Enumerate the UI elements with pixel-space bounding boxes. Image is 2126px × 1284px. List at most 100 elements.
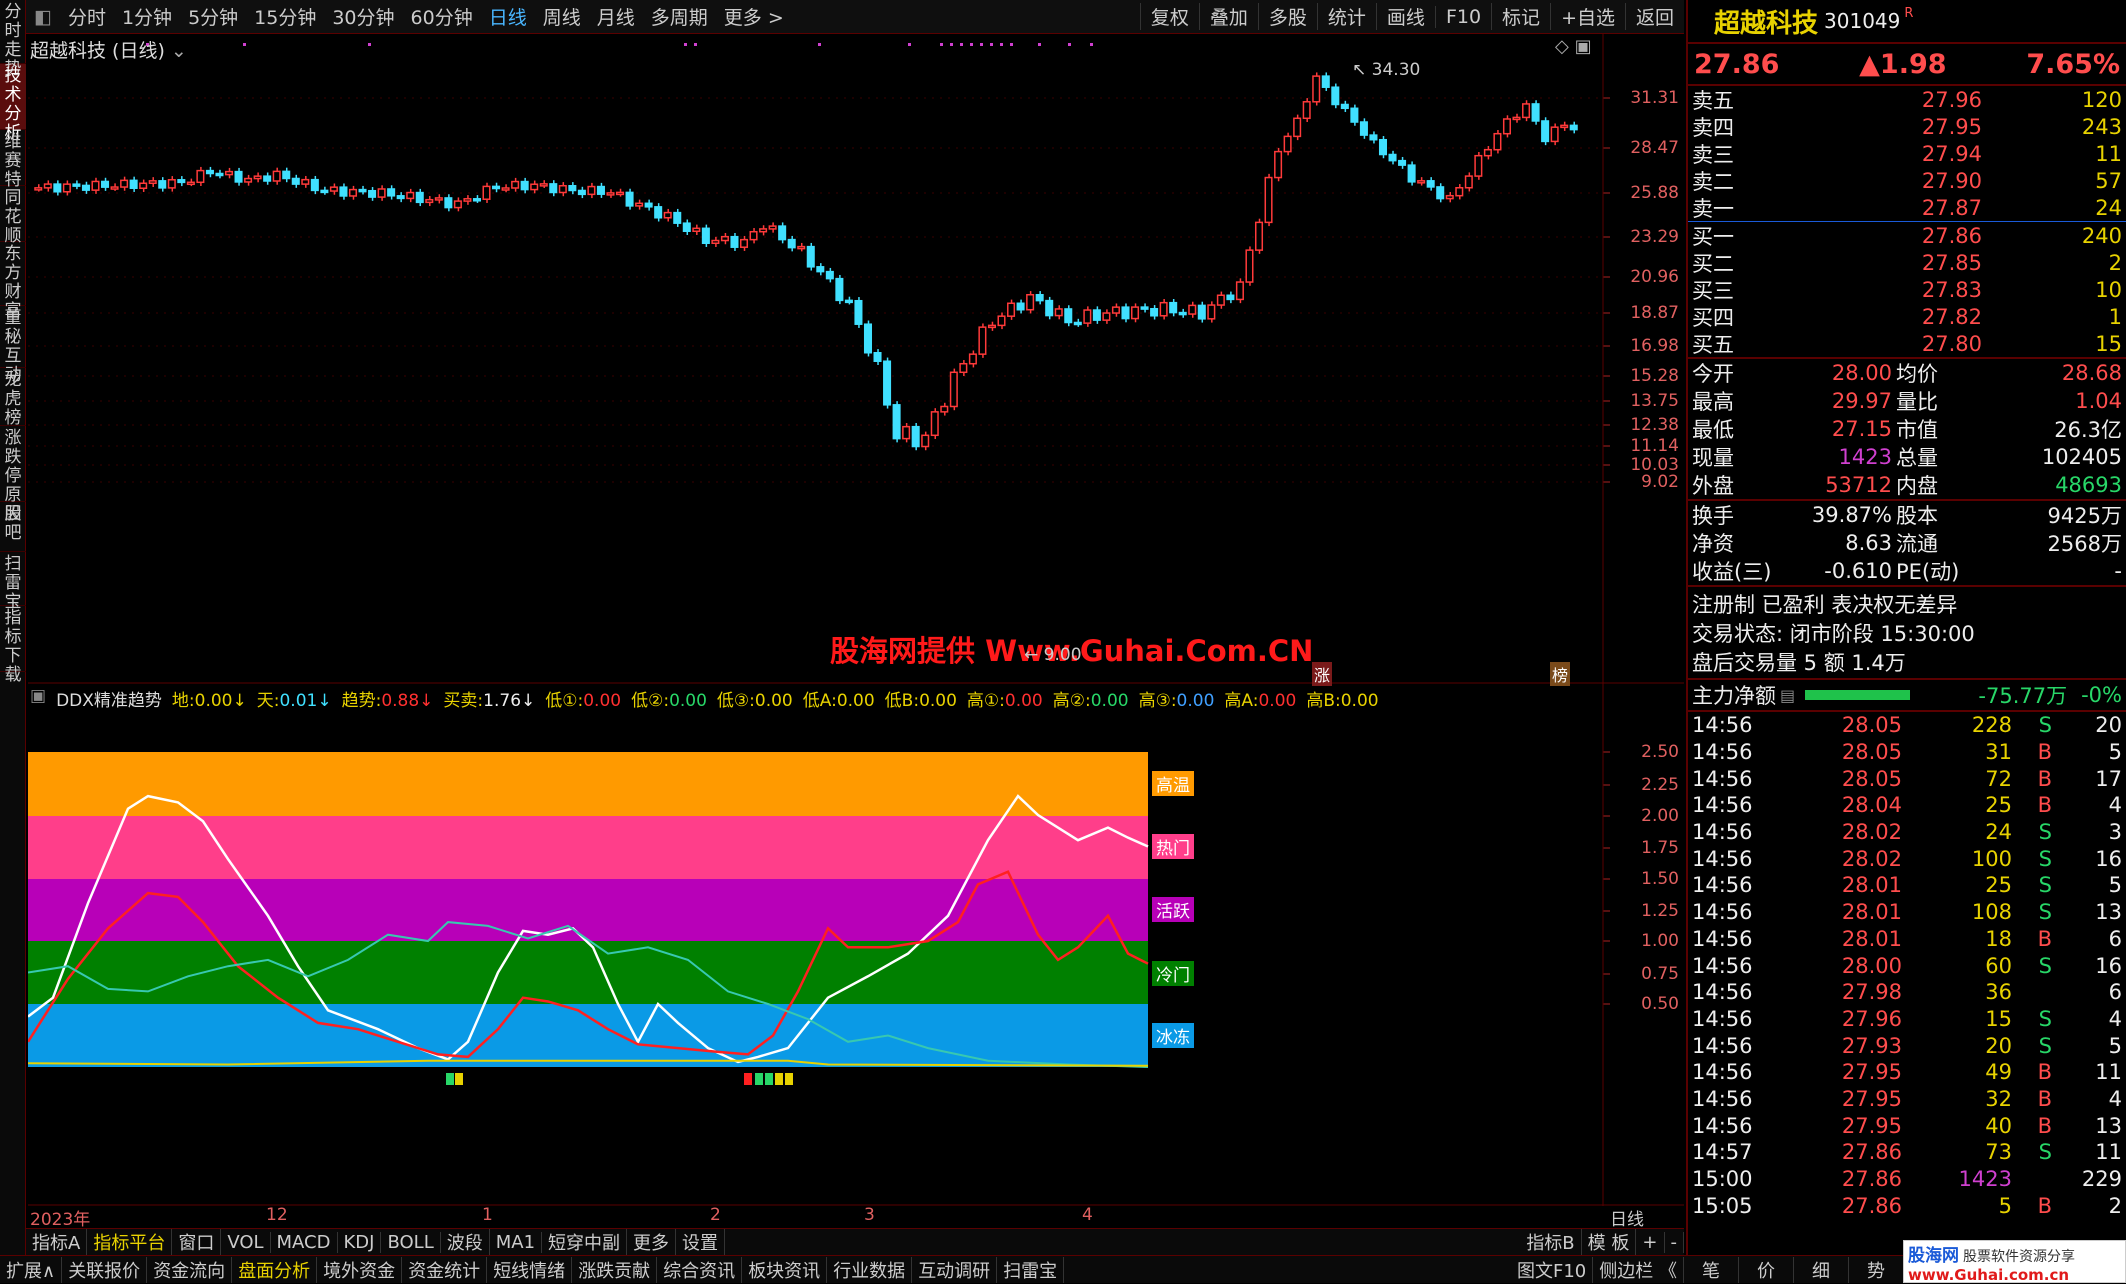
candle-body[interactable]: [616, 191, 625, 196]
left-tab-10[interactable]: 指标下载: [0, 606, 26, 685]
candle-body[interactable]: [1188, 304, 1197, 315]
candle-body[interactable]: [1264, 176, 1273, 224]
candle-body[interactable]: [883, 360, 892, 406]
candle-body[interactable]: [1560, 124, 1569, 129]
candle-body[interactable]: [387, 188, 396, 197]
extension-right-button-2[interactable]: 笔: [1684, 1256, 1739, 1283]
candle-body[interactable]: [854, 299, 863, 325]
candle-body[interactable]: [1321, 75, 1330, 88]
period-label[interactable]: 日线: [1610, 1205, 1644, 1230]
candle-body[interactable]: [120, 179, 129, 188]
candle-body[interactable]: [1121, 306, 1130, 320]
period-tab-5[interactable]: 60分钟: [403, 3, 481, 30]
candle-body[interactable]: [1216, 294, 1225, 306]
extension-tab-6[interactable]: 短线情绪: [487, 1256, 573, 1283]
indicator-tab-1[interactable]: 指标平台: [87, 1229, 173, 1255]
candle-body[interactable]: [549, 183, 558, 194]
candle-body[interactable]: [301, 178, 310, 185]
candle-body[interactable]: [205, 169, 214, 175]
left-tab-7[interactable]: 涨跌停原因: [0, 426, 26, 524]
candle-body[interactable]: [1512, 116, 1521, 121]
candle-body[interactable]: [1235, 281, 1244, 301]
candle-body[interactable]: [1111, 306, 1120, 314]
candle-body[interactable]: [558, 185, 567, 194]
candle-body[interactable]: [215, 172, 224, 177]
candle-body[interactable]: [940, 405, 949, 413]
candle-body[interactable]: [987, 324, 996, 329]
chevron-down-icon[interactable]: ⌄: [171, 40, 187, 62]
candle-body[interactable]: [844, 299, 853, 304]
candle-body[interactable]: [1331, 86, 1340, 106]
candle-body[interactable]: [396, 195, 405, 200]
candle-body[interactable]: [997, 315, 1006, 327]
indicator-tab-3[interactable]: VOL: [221, 1231, 271, 1253]
candle-body[interactable]: [1140, 306, 1149, 310]
candlestick-chart[interactable]: [28, 34, 1684, 684]
candle-body[interactable]: [1054, 308, 1063, 317]
indicator-tab-9[interactable]: 短穿中副: [542, 1229, 628, 1255]
extension-right-button-1[interactable]: 侧边栏 《: [1593, 1256, 1684, 1283]
indicator-tab-0[interactable]: 指标A: [26, 1229, 88, 1255]
candle-body[interactable]: [596, 185, 605, 195]
candle-body[interactable]: [1436, 186, 1445, 200]
candle-body[interactable]: [196, 169, 205, 184]
candle-body[interactable]: [1569, 124, 1578, 131]
candle-body[interactable]: [167, 179, 176, 189]
candle-body[interactable]: [673, 211, 682, 224]
extension-tab-2[interactable]: 资金流向: [147, 1256, 233, 1283]
candle-body[interactable]: [1245, 249, 1254, 283]
candle-body[interactable]: [329, 186, 338, 192]
candle-body[interactable]: [358, 188, 367, 193]
candle-body[interactable]: [406, 191, 415, 200]
bids-row[interactable]: 买一 27.86 240: [1688, 222, 2126, 249]
candle-body[interactable]: [921, 434, 930, 448]
period-tab-4[interactable]: 30分钟: [324, 3, 402, 30]
ddx-indicator-chart[interactable]: [28, 684, 1684, 1206]
extension-tab-4[interactable]: 境外资金: [317, 1256, 403, 1283]
candle-body[interactable]: [377, 188, 386, 198]
candle-body[interactable]: [1378, 138, 1388, 156]
candle-body[interactable]: [778, 225, 787, 241]
candle-body[interactable]: [1178, 311, 1187, 316]
extension-tab-7[interactable]: 涨跌贡献: [572, 1256, 658, 1283]
bids-row[interactable]: 买四 27.82 1: [1688, 303, 2126, 330]
candle-body[interactable]: [1092, 309, 1101, 321]
extension-tab-9[interactable]: 板块资讯: [742, 1256, 828, 1283]
candle-body[interactable]: [949, 371, 958, 408]
left-tab-3[interactable]: 同花顺: [0, 186, 26, 246]
candle-body[interactable]: [1131, 306, 1140, 320]
candle-body[interactable]: [825, 270, 834, 280]
candle-body[interactable]: [816, 266, 825, 273]
candle-body[interactable]: [482, 185, 491, 200]
candle-body[interactable]: [1226, 294, 1235, 301]
candle-body[interactable]: [806, 245, 815, 268]
candle-body[interactable]: [1007, 302, 1016, 317]
bids-row[interactable]: 买五 27.80 15: [1688, 330, 2126, 357]
period-tab-7[interactable]: 周线: [535, 3, 589, 30]
candle-body[interactable]: [873, 351, 882, 362]
toolbar-button-8[interactable]: 返回: [1624, 3, 1684, 30]
period-tab-9[interactable]: 多周期: [643, 3, 716, 30]
candle-body[interactable]: [1541, 120, 1550, 143]
settings-icon[interactable]: ◇ ▣: [1555, 36, 1592, 57]
candle-body[interactable]: [1398, 159, 1407, 166]
candle-body[interactable]: [635, 202, 644, 207]
candle-body[interactable]: [1274, 150, 1283, 179]
candle-body[interactable]: [682, 222, 691, 232]
candle-body[interactable]: [587, 185, 596, 196]
indicator-tab-8[interactable]: MA1: [490, 1231, 543, 1253]
candle-body[interactable]: [148, 180, 157, 185]
candle-body[interactable]: [1340, 103, 1349, 110]
candle-body[interactable]: [835, 277, 844, 302]
candle-body[interactable]: [224, 170, 234, 176]
period-tab-2[interactable]: 5分钟: [180, 3, 246, 30]
candle-body[interactable]: [1426, 180, 1435, 188]
candle-body[interactable]: [1312, 75, 1321, 103]
candle-body[interactable]: [453, 200, 462, 209]
indicator-tab-11[interactable]: 设置: [676, 1229, 726, 1255]
flow-menu-icon[interactable]: ▤: [1780, 686, 1795, 705]
candle-body[interactable]: [625, 191, 634, 207]
candle-body[interactable]: [501, 187, 510, 191]
candle-body[interactable]: [434, 197, 443, 201]
indicator-tab-10[interactable]: 更多: [627, 1229, 677, 1255]
